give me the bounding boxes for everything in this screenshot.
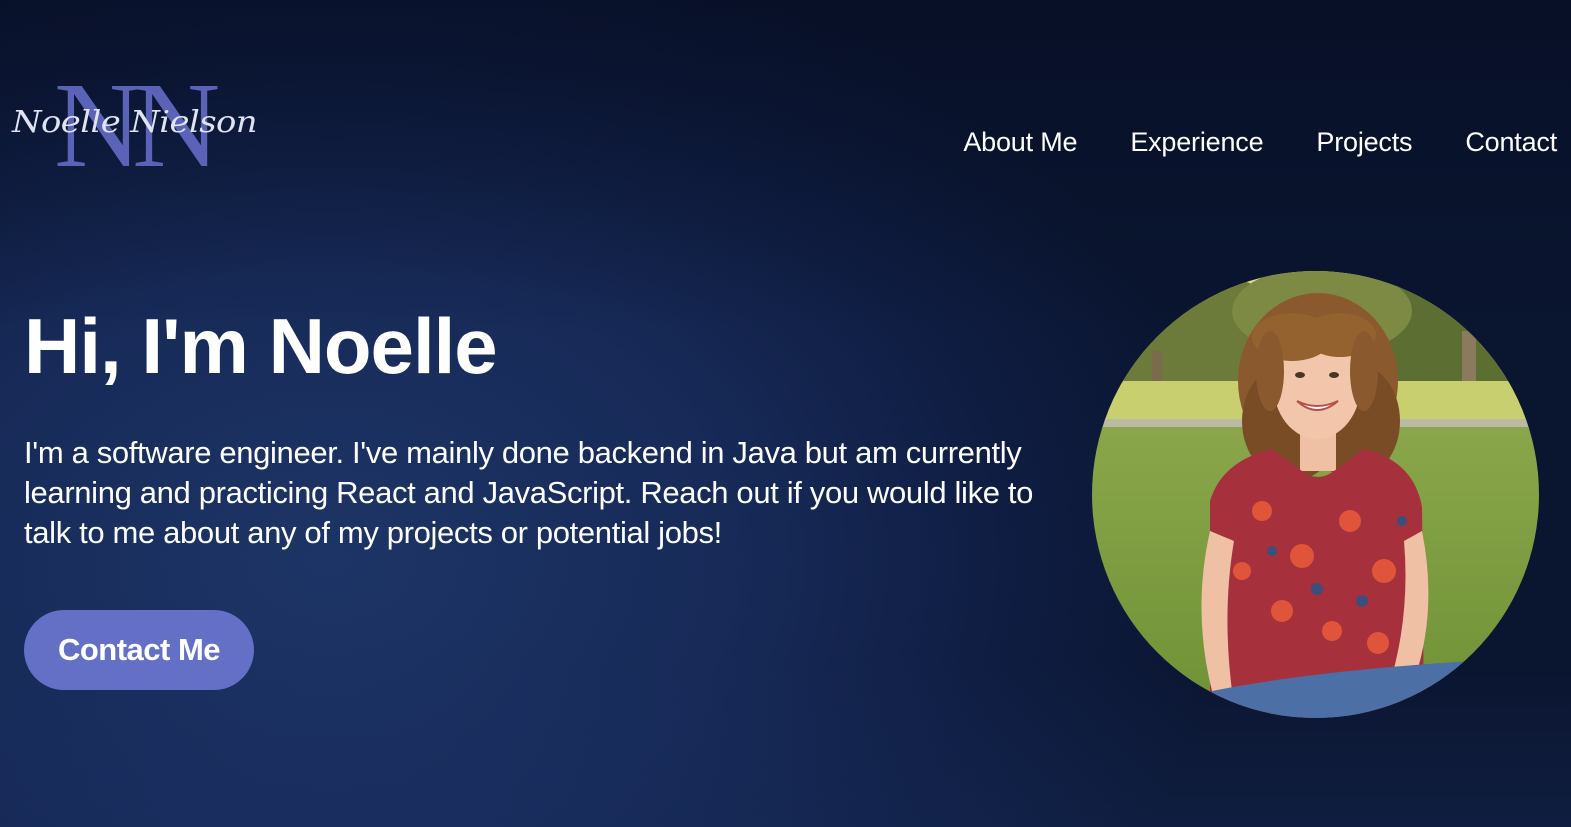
nav-experience[interactable]: Experience: [1130, 126, 1263, 158]
hero-intro: I'm a software engineer. I've mainly don…: [24, 435, 1034, 550]
contact-me-button[interactable]: Contact Me: [24, 610, 254, 690]
nav-projects[interactable]: Projects: [1316, 126, 1412, 158]
logo-script-name: Noelle Nielson: [11, 105, 257, 140]
nav-contact[interactable]: Contact: [1465, 126, 1557, 158]
hero-title: Hi, I'm Noelle: [24, 302, 498, 390]
profile-photo: [1092, 271, 1539, 718]
main-nav: About Me Experience Projects Contact: [910, 126, 1557, 158]
site-logo[interactable]: NN Noelle Nielson: [10, 70, 262, 172]
nav-about-me[interactable]: About Me: [963, 126, 1077, 158]
